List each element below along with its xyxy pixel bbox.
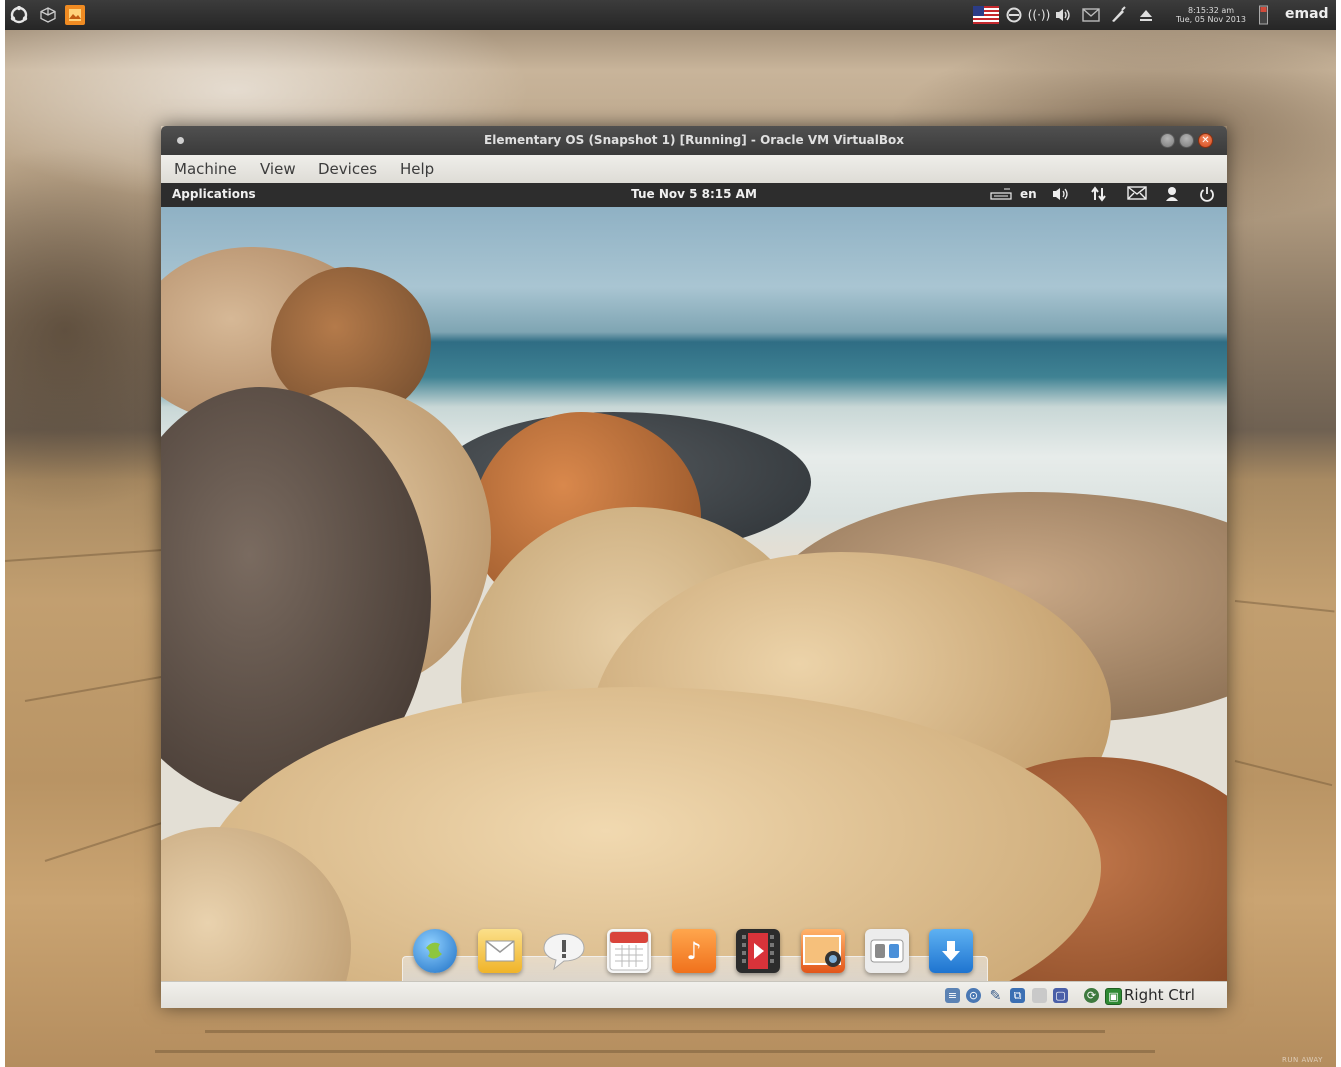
- notifications-icon[interactable]: [542, 929, 586, 973]
- statusbar: ≡ ⊙ ✎ ⧉ ▢ ⟳ ▣ Right Ctrl: [161, 981, 1227, 1008]
- menu-devices[interactable]: Devices: [318, 160, 377, 178]
- close-button[interactable]: ✕: [1198, 133, 1213, 148]
- battery-icon[interactable]: [1258, 5, 1268, 25]
- music-icon[interactable]: ♪: [672, 929, 716, 973]
- hard-disk-icon[interactable]: ≡: [945, 988, 960, 1003]
- video-capture-icon[interactable]: ▢: [1053, 988, 1068, 1003]
- us-flag-icon[interactable]: [972, 5, 1000, 25]
- power-icon[interactable]: [1199, 186, 1215, 206]
- maximize-button[interactable]: [1179, 133, 1194, 148]
- software-center-icon[interactable]: [929, 929, 973, 973]
- wireless-icon[interactable]: ((·)): [1028, 5, 1051, 25]
- mail-icon[interactable]: [1081, 5, 1101, 25]
- host-key-label: Right Ctrl: [1124, 986, 1195, 1004]
- menu-help[interactable]: Help: [400, 160, 434, 178]
- photos-icon[interactable]: [801, 929, 845, 973]
- volume-icon[interactable]: [1051, 186, 1071, 206]
- optical-drive-icon[interactable]: ⊙: [966, 988, 981, 1003]
- eject-icon[interactable]: [1136, 5, 1156, 25]
- video-icon[interactable]: [736, 929, 780, 973]
- window-title: Elementary OS (Snapshot 1) [Running] - O…: [484, 133, 904, 147]
- mail-icon[interactable]: [478, 929, 522, 973]
- minimize-button[interactable]: [1160, 133, 1175, 148]
- usb-icon[interactable]: ✎: [988, 988, 1003, 1004]
- sync-icon[interactable]: [1004, 5, 1024, 25]
- mouse-integration-icon[interactable]: ▣: [1105, 988, 1122, 1005]
- host-user-name[interactable]: emad: [1285, 6, 1329, 22]
- mail-icon[interactable]: [1127, 186, 1147, 204]
- web-browser-icon[interactable]: [413, 929, 457, 973]
- system-settings-icon[interactable]: [865, 929, 909, 973]
- pen-icon[interactable]: [1108, 5, 1128, 25]
- cpu-icon[interactable]: ⟳: [1084, 988, 1099, 1003]
- calendar-icon[interactable]: [607, 929, 651, 973]
- menubar: Machine View Devices Help: [161, 155, 1227, 184]
- host-clock[interactable]: 8:15:32 am Tue, 05 Nov 2013: [1170, 6, 1252, 24]
- network-icon[interactable]: [1090, 186, 1108, 206]
- user-icon[interactable]: [1165, 186, 1179, 206]
- menu-view[interactable]: View: [260, 160, 296, 178]
- host-top-panel: ((·)) 8:15:32 am Tue, 05 Nov 2013 emad: [5, 0, 1336, 30]
- wallpaper-watermark: RUN AWAY: [1282, 1056, 1323, 1064]
- image-viewer-icon[interactable]: [65, 5, 85, 25]
- virtualbox-window: Elementary OS (Snapshot 1) [Running] - O…: [161, 126, 1227, 1008]
- host-clock-time: 8:15:32 am: [1187, 6, 1235, 15]
- window-titlebar[interactable]: Elementary OS (Snapshot 1) [Running] - O…: [161, 126, 1227, 155]
- menu-machine[interactable]: Machine: [174, 160, 237, 178]
- keyboard-layout[interactable]: en: [1020, 187, 1037, 201]
- ubuntu-logo-icon[interactable]: [9, 5, 29, 25]
- host-clock-date: Tue, 05 Nov 2013: [1176, 15, 1246, 24]
- cube-icon[interactable]: [38, 5, 58, 25]
- keyboard-icon[interactable]: [990, 188, 1012, 204]
- guest-desktop[interactable]: ♪: [161, 207, 1227, 981]
- network-adapter-icon[interactable]: ⧉: [1010, 988, 1025, 1003]
- guest-top-panel: Applications Tue Nov 5 8:15 AM en: [161, 183, 1227, 207]
- close-icon: ✕: [1201, 135, 1210, 146]
- volume-icon[interactable]: [1053, 5, 1073, 25]
- shared-folder-icon[interactable]: [1032, 988, 1047, 1003]
